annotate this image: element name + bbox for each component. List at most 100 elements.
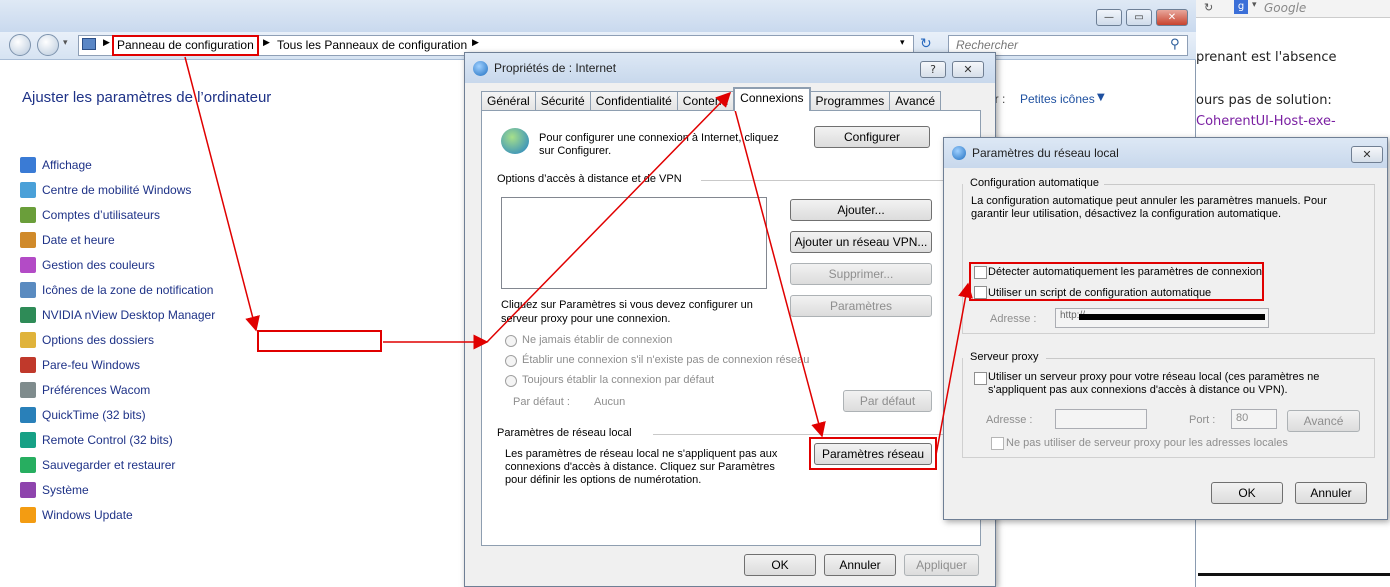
back-button[interactable]	[9, 34, 31, 56]
vpn-group-label: Options d’accès à distance et de VPN	[497, 173, 682, 185]
applet-icon	[20, 482, 36, 498]
control-panel-item-label: Gestion des couleurs	[42, 258, 155, 272]
chevron-right-icon[interactable]: ▶	[103, 38, 110, 48]
control-panel-item[interactable]: Sauvegarder et restaurer	[20, 455, 175, 475]
control-panel-item[interactable]: Options des dossiers	[20, 330, 154, 350]
setup-text: Pour configurer une connexion à Internet…	[539, 132, 779, 157]
applet-icon	[20, 407, 36, 423]
chevron-down-icon[interactable]: ▾	[900, 38, 905, 48]
control-panel-item-label: Date et heure	[42, 233, 115, 247]
proxy-address-field[interactable]	[1055, 409, 1147, 429]
highlight-options-internet	[257, 330, 382, 352]
auto-script-label: Utiliser un script de configuration auto…	[988, 287, 1212, 299]
dialog-title: Paramètres du réseau local	[972, 146, 1119, 160]
applet-icon	[20, 357, 36, 373]
applet-icon	[20, 307, 36, 323]
tab-programs[interactable]: Programmes	[809, 91, 891, 111]
control-panel-item[interactable]: Comptes d’utilisateurs	[20, 205, 160, 225]
connections-list[interactable]	[501, 197, 767, 289]
radio-never[interactable]	[505, 335, 517, 347]
control-panel-item[interactable]: QuickTime (32 bits)	[20, 405, 146, 425]
set-default-button[interactable]: Par défaut	[843, 390, 932, 412]
radio-always[interactable]	[505, 375, 517, 387]
lan-settings-button[interactable]: Paramètres réseau	[814, 443, 932, 465]
minimize-button[interactable]: —	[1096, 9, 1122, 26]
control-panel-item[interactable]: Windows Update	[20, 505, 133, 525]
applet-icon	[20, 207, 36, 223]
back-icon[interactable]: ↻	[1204, 1, 1213, 14]
group-divider	[653, 434, 967, 435]
applet-icon	[20, 332, 36, 348]
tab-privacy[interactable]: Confidentialité	[589, 91, 678, 111]
breadcrumb-all-panels[interactable]: Tous les Panneaux de configuration	[277, 38, 467, 52]
view-by-dropdown[interactable]: Petites icônes	[1020, 92, 1095, 106]
maximize-button[interactable]: ▭	[1126, 9, 1152, 26]
search-placeholder: Rechercher	[956, 38, 1019, 52]
default-value: Aucun	[594, 396, 626, 408]
tab-content[interactable]: Contenu	[676, 91, 735, 111]
bypass-local-checkbox[interactable]	[991, 437, 1004, 450]
control-panel-item-label: Sauvegarder et restaurer	[42, 458, 176, 472]
proxy-text: Cliquez sur Paramètres si vous devez con…	[501, 299, 753, 325]
configure-button[interactable]: Configurer	[814, 126, 930, 148]
cancel-button[interactable]: Annuler	[824, 554, 896, 576]
tab-strip: Général Sécurité Confidentialité Contenu…	[481, 87, 942, 111]
advanced-button[interactable]: Avancé	[1287, 410, 1360, 432]
applet-icon	[20, 282, 36, 298]
help-button[interactable]: ?	[920, 61, 946, 78]
ok-button[interactable]: OK	[744, 554, 816, 576]
control-panel-item[interactable]: Affichage	[20, 155, 92, 175]
auto-script-checkbox[interactable]	[974, 286, 987, 299]
radio-when-needed-label: Établir une connexion s'il n'existe pas …	[522, 354, 810, 366]
control-panel-item[interactable]: NVIDIA nView Desktop Manager	[20, 305, 215, 325]
search-icon[interactable]: ⚲	[1170, 37, 1180, 52]
close-button[interactable]: ✕	[1156, 9, 1188, 26]
use-proxy-label: Utiliser un serveur proxy pour votre rés…	[988, 371, 1320, 396]
tab-general[interactable]: Général	[481, 91, 536, 111]
radio-when-needed[interactable]	[505, 355, 517, 367]
refresh-icon[interactable]: ↻	[920, 36, 932, 52]
lan-group-label: Paramètres de réseau local	[497, 427, 632, 439]
auto-config-text: La configuration automatique peut annule…	[971, 195, 1327, 220]
page-title: Ajuster les paramètres de l’ordinateur	[22, 89, 272, 106]
control-panel-item[interactable]: Icônes de la zone de notification	[20, 280, 213, 300]
settings-button[interactable]: Paramètres	[790, 295, 932, 317]
add-button[interactable]: Ajouter...	[790, 199, 932, 221]
tab-security[interactable]: Sécurité	[534, 91, 591, 111]
add-vpn-button[interactable]: Ajouter un réseau VPN...	[790, 231, 932, 253]
control-panel-item-label: Windows Update	[42, 508, 133, 522]
detect-settings-checkbox[interactable]	[974, 266, 987, 279]
control-panel-item-label: Options des dossiers	[42, 333, 155, 347]
forward-button[interactable]	[37, 34, 59, 56]
remove-button[interactable]: Supprimer...	[790, 263, 932, 285]
control-panel-item[interactable]: Date et heure	[20, 230, 115, 250]
bg-link[interactable]: CoherentUI-Host-exe-	[1196, 114, 1336, 129]
tab-advanced[interactable]: Avancé	[889, 91, 942, 111]
tab-connections[interactable]: Connexions	[733, 87, 811, 111]
control-panel-item[interactable]: Préférences Wacom	[20, 380, 150, 400]
chevron-down-icon[interactable]: ▼	[1097, 92, 1105, 103]
dialog-close-button[interactable]: ✕	[1351, 146, 1383, 163]
ok-button[interactable]: OK	[1211, 482, 1283, 504]
control-panel-item[interactable]: Remote Control (32 bits)	[20, 430, 173, 450]
recent-pages-icon[interactable]: ▾	[63, 38, 68, 48]
browser-search-input[interactable]: Google	[1264, 1, 1306, 15]
breadcrumb-control-panel[interactable]: Panneau de configuration	[117, 38, 254, 52]
default-label: Par défaut :	[513, 396, 570, 408]
apply-button[interactable]: Appliquer	[904, 554, 979, 576]
chevron-down-icon[interactable]: ▾	[1252, 0, 1257, 10]
bg-text-line: prenant est l'absence	[1196, 50, 1337, 65]
cancel-button[interactable]: Annuler	[1295, 482, 1367, 504]
chevron-right-icon[interactable]: ▶	[472, 38, 479, 48]
radio-always-label: Toujours établir la connexion par défaut	[522, 374, 715, 386]
bg-divider	[1198, 573, 1390, 576]
chevron-right-icon[interactable]: ▶	[263, 38, 270, 48]
proxy-address-label: Adresse :	[986, 414, 1033, 426]
dialog-close-button[interactable]: ✕	[952, 61, 984, 78]
control-panel-item[interactable]: Système	[20, 480, 89, 500]
control-panel-item-label: Centre de mobilité Windows	[42, 183, 192, 197]
use-proxy-checkbox[interactable]	[974, 372, 987, 385]
control-panel-item[interactable]: Pare-feu Windows	[20, 355, 140, 375]
control-panel-item[interactable]: Centre de mobilité Windows	[20, 180, 191, 200]
control-panel-item[interactable]: Gestion des couleurs	[20, 255, 155, 275]
